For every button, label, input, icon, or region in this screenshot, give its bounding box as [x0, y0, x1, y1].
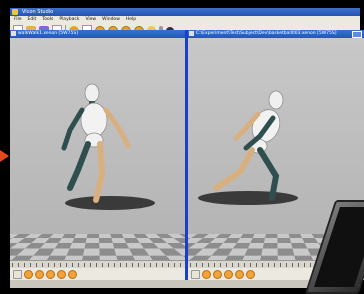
- menu-edit[interactable]: Edit: [28, 16, 37, 23]
- figure-shadow: [198, 191, 298, 205]
- left-playback-controls: [10, 268, 185, 280]
- left-3d-viewport[interactable]: [10, 38, 185, 260]
- figure-right-arm: [103, 107, 131, 149]
- red-arrow-icon: [0, 150, 9, 162]
- first-frame-icon[interactable]: [191, 269, 200, 279]
- app-icon: [12, 9, 18, 15]
- play-icon[interactable]: [46, 269, 55, 279]
- menu-tools[interactable]: Tools: [42, 16, 53, 23]
- last-frame-icon[interactable]: [68, 269, 77, 279]
- last-frame-icon[interactable]: [246, 269, 255, 279]
- figure-head: [84, 83, 100, 103]
- window-title: Vicon Studio: [22, 9, 54, 15]
- pane-icon: [189, 31, 194, 36]
- maximize-icon[interactable]: [352, 31, 362, 38]
- figure-left-leg: [67, 141, 91, 191]
- play-icon[interactable]: [224, 269, 233, 279]
- next-frame-icon[interactable]: [57, 269, 66, 279]
- first-frame-icon[interactable]: [13, 269, 22, 279]
- right-pane-titlebar: C:\Experiment\Test\Subject\Dev\basketbal…: [188, 30, 364, 38]
- left-pane-titlebar: walkWalk1.xenon [5W75S]: [10, 30, 185, 38]
- figure-right-leg: [213, 147, 255, 191]
- next-frame-icon[interactable]: [235, 269, 244, 279]
- title-bar: Vicon Studio: [10, 8, 360, 16]
- prev-frame-icon[interactable]: [202, 269, 211, 279]
- pane-icon: [11, 31, 16, 36]
- figure-right-leg: [93, 141, 106, 203]
- left-figure: [61, 83, 155, 210]
- figure-torso: [80, 102, 108, 138]
- menu-file[interactable]: File: [14, 16, 22, 23]
- menu-playback[interactable]: Playback: [59, 16, 79, 23]
- figure-left-arm: [61, 107, 85, 151]
- figure-head: [268, 90, 284, 110]
- menu-window[interactable]: Window: [102, 16, 120, 23]
- menu-help[interactable]: Help: [126, 16, 136, 23]
- menu-bar: File Edit Tools Playback View Window Hel…: [10, 16, 360, 23]
- play-back-icon[interactable]: [35, 269, 44, 279]
- left-pane-title: walkWalk1.xenon [5W75S]: [18, 31, 78, 36]
- figure-shadow: [65, 196, 155, 210]
- right-pane-title: C:\Experiment\Test\Subject\Dev\basketbal…: [196, 31, 337, 36]
- prev-frame-icon[interactable]: [24, 269, 33, 279]
- figure-left-leg: [257, 147, 280, 201]
- left-viewport-pane: walkWalk1.xenon [5W75S]: [10, 30, 185, 280]
- play-back-icon[interactable]: [213, 269, 222, 279]
- menu-view[interactable]: View: [85, 16, 96, 23]
